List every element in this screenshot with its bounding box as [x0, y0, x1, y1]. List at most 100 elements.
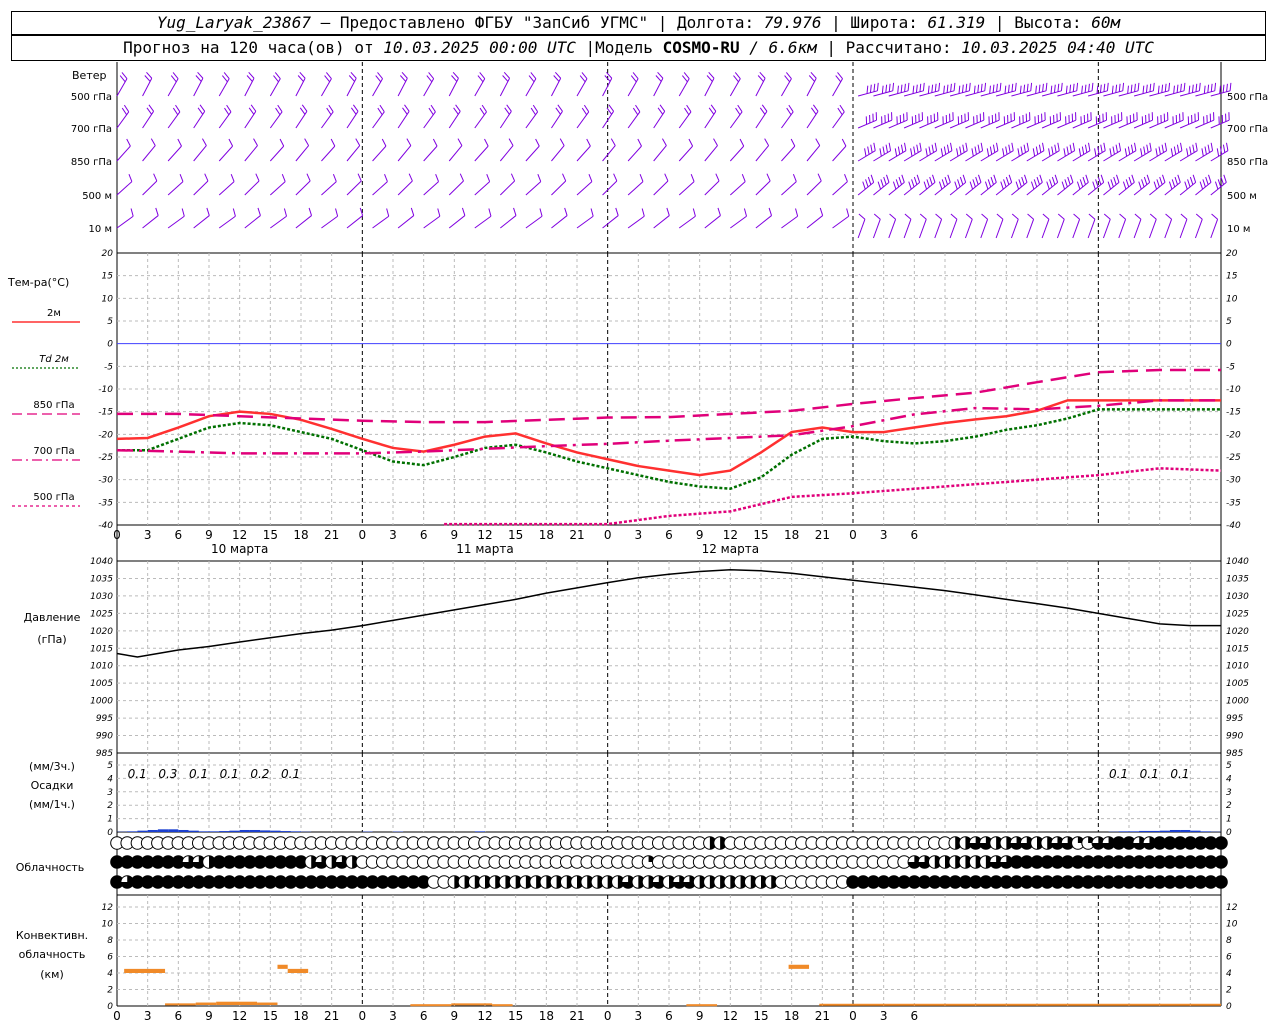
wind-barb-feather: [1173, 85, 1175, 94]
wind-barb-feather: [907, 82, 910, 91]
time-tick-label-bottom: 9: [451, 1009, 459, 1023]
wind-barb: [218, 145, 233, 162]
precip-bar: [219, 831, 230, 832]
wind-barb: [1072, 150, 1091, 162]
time-tick-label-bottom: 6: [420, 1009, 428, 1023]
wind-barb-feather: [328, 104, 334, 113]
precip-3h-label: 0.1: [220, 767, 239, 781]
wind-barb: [627, 78, 639, 97]
wind-barb-feather: [913, 146, 916, 155]
wind-barb-feather: [1084, 144, 1088, 153]
wind-barb-feather: [555, 107, 561, 115]
conv-bar: [451, 1003, 493, 1006]
wind-barb-feather: [350, 71, 357, 79]
wind-barb: [116, 215, 134, 229]
wind-barb-feather: [999, 82, 1002, 91]
wind-barb-feather: [1128, 176, 1132, 185]
wind-barb: [244, 145, 258, 162]
conv-ytick-right: 12: [1226, 903, 1238, 913]
conv-bar: [195, 1002, 217, 1005]
wind-barb-feather: [962, 144, 965, 153]
wind-barb-feather: [880, 179, 884, 188]
pressure-title: Давление: [24, 611, 81, 624]
wind-barb-feather: [155, 207, 159, 216]
wind-barb-feather: [1127, 146, 1131, 155]
precip-bar: [1169, 829, 1181, 832]
wind-barb: [269, 181, 286, 196]
conv-bar: [165, 1003, 196, 1006]
precip-title-1: (мм/3ч.): [29, 760, 75, 773]
wind-barb-feather: [1048, 148, 1051, 157]
wind-barb-feather: [326, 107, 332, 116]
wind-barb-feather: [479, 107, 485, 116]
wind-barb-feather: [882, 146, 885, 155]
wind-barb-feather: [938, 82, 941, 91]
wind-barb-feather: [1076, 82, 1079, 91]
precip-bar: [1149, 830, 1160, 832]
wind-barb-feather: [1141, 179, 1145, 188]
wind-barb-feather: [1219, 85, 1221, 94]
time-tick-label-bottom: 0: [113, 1009, 121, 1023]
wind-level-label-right: 500 гПа: [1227, 92, 1268, 103]
wind-barb-feather: [228, 138, 234, 147]
wind-barb-feather: [688, 138, 694, 147]
wind-barb: [448, 180, 464, 196]
wind-barb: [142, 215, 159, 229]
time-tick-label-bottom: 6: [175, 1009, 183, 1023]
wind-barb: [1118, 119, 1138, 129]
pressure-ytick: 1025: [90, 609, 113, 619]
wind-barb: [321, 111, 334, 129]
temp-ytick: -15: [98, 408, 113, 418]
wind-barb: [980, 119, 1000, 129]
wind-barb: [193, 145, 207, 162]
temp-ytick: 10: [102, 294, 114, 304]
wind-barb-feather: [1155, 148, 1158, 157]
time-tick-label: 0: [604, 528, 612, 542]
wind-barb-feather: [1091, 82, 1094, 91]
wind-barb: [781, 78, 792, 97]
wind-barb: [678, 78, 690, 97]
wind-barb-feather: [1217, 179, 1222, 188]
wind-barb-feather: [437, 208, 441, 217]
wind-barb-feather: [144, 75, 151, 82]
wind-barb: [873, 182, 890, 196]
wind-barb: [321, 78, 332, 97]
wind-barb: [218, 111, 232, 129]
wind-barb: [244, 215, 261, 229]
wind-barb: [576, 215, 594, 229]
wind-barb: [1195, 119, 1215, 129]
wind-barb-feather: [510, 173, 516, 182]
wind-barb-feather: [201, 138, 207, 146]
wind-barb-feather: [1002, 148, 1005, 157]
wind-barb-feather: [1106, 82, 1109, 91]
temp-ytick: 15: [102, 272, 114, 282]
time-tick-label-bottom: 21: [324, 1009, 339, 1023]
precip-bar: [1129, 831, 1140, 832]
precip-ytick: 4: [107, 774, 113, 784]
wind-barb-feather: [1173, 146, 1177, 155]
pressure-ytick-right: 1005: [1226, 679, 1249, 689]
wind-barb-feather: [279, 138, 285, 147]
wind-barb-feather: [1079, 179, 1084, 188]
wind-barb-feather: [996, 142, 999, 151]
wind-barb-feather: [148, 104, 155, 112]
wind-barb-feather: [1103, 142, 1106, 151]
wind-barb-feather: [1057, 142, 1060, 151]
wind-barb: [755, 78, 766, 97]
wind-barb-feather: [844, 173, 848, 182]
wind-barb-feather: [941, 179, 946, 188]
wind-barb: [1011, 119, 1031, 129]
wind-barb: [372, 111, 385, 129]
wind-barb-feather: [1072, 142, 1076, 151]
wind-barb-feather: [785, 72, 792, 79]
temp-ytick: -35: [98, 498, 113, 508]
wind-barb: [576, 181, 593, 196]
wind-barb: [116, 111, 130, 129]
cloud-symbol: [1214, 855, 1228, 869]
time-tick-label: 6: [665, 528, 673, 542]
time-tick-label: 3: [635, 528, 643, 542]
wind-barb-feather: [786, 107, 792, 116]
wind-barb-feather: [1116, 174, 1120, 183]
wind-barb: [295, 111, 308, 129]
wind-barb: [1057, 182, 1074, 196]
